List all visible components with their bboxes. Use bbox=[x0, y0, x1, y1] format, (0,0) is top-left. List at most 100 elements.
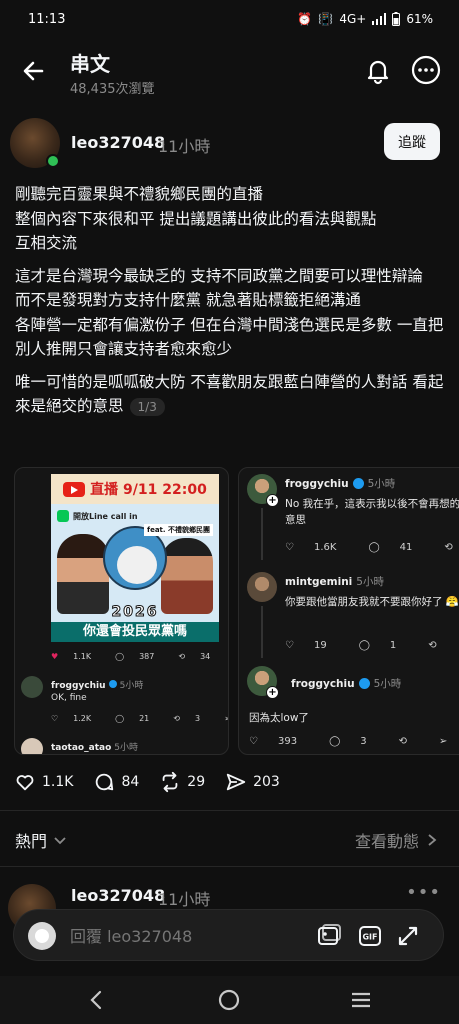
repost-icon bbox=[162, 771, 178, 793]
reply-time: 5小時 bbox=[367, 478, 396, 490]
heart-icon: ♡ bbox=[285, 640, 294, 651]
system-nav-bar bbox=[0, 976, 459, 1024]
reply-comment-count: 41 bbox=[399, 542, 413, 553]
reply-username: mintgemini bbox=[285, 575, 353, 588]
battery-level: 61% bbox=[406, 12, 433, 26]
carousel-image-2[interactable]: + froggychiu 5小時 No 我在乎，這表示我以後不會再想的意思 ♡ 1.… bbox=[238, 467, 459, 755]
carousel-image-1[interactable]: 直播 9/11 22:00 開放Line call in feat. 不禮貌鄉民… bbox=[14, 467, 229, 755]
sort-label: 熱門 bbox=[15, 832, 48, 851]
reply-author-name[interactable]: leo327048 bbox=[71, 886, 165, 905]
youtube-icon bbox=[63, 481, 86, 497]
heart-icon: ♡ bbox=[51, 714, 59, 723]
reply-avatar bbox=[247, 572, 277, 602]
reply-stats: ♡19 ◯1 ⟲ ➢1 bbox=[285, 640, 459, 651]
like-button[interactable]: 1.1K bbox=[14, 771, 73, 793]
page-title: 串文 bbox=[70, 52, 110, 76]
reply-composer: GIF bbox=[13, 909, 444, 961]
mini-next-username: taotao_atao bbox=[51, 743, 112, 753]
share-icon: ➢ bbox=[224, 714, 228, 723]
gif-icon[interactable]: GIF bbox=[356, 922, 384, 950]
comment-icon: ◯ bbox=[358, 640, 370, 651]
post-body: 剛聽完百靈果與不禮貌鄉民團的直播 整個內容下來很和平 提出議題講出彼此的看法與觀… bbox=[15, 182, 447, 427]
section-divider bbox=[0, 866, 459, 867]
view-count: 48,435次瀏覽 bbox=[70, 82, 155, 97]
expand-icon[interactable] bbox=[394, 922, 422, 950]
network-type: 4G+ bbox=[339, 12, 367, 26]
repost-icon: ⟲ bbox=[398, 736, 408, 747]
reply-repost: ⟲72 bbox=[444, 542, 459, 553]
image-carousel[interactable]: 直播 9/11 22:00 開放Line call in feat. 不禮貌鄉民… bbox=[0, 467, 459, 757]
more-dots-icon[interactable]: ••• bbox=[406, 882, 441, 903]
mini-comment-count: 387 bbox=[139, 652, 155, 661]
mascot-face bbox=[117, 546, 157, 584]
reply-user: mintgemini 5小時 bbox=[285, 574, 384, 589]
reply-text: No 我在乎，這表示我以後不會再想的意思 bbox=[285, 498, 459, 526]
follow-plus-icon: + bbox=[266, 686, 279, 699]
mini-reply-like-count: 1.2K bbox=[73, 714, 92, 723]
post-paragraph-last: 唯一可惜的是呱呱破大防 不喜歡朋友跟藍白陣營的人對話 看起來是絕交的意思 1/3 bbox=[15, 370, 447, 419]
nav-home-icon[interactable] bbox=[214, 986, 244, 1014]
reply-stats: ♡1.6K ◯41 ⟲72 ➢2 bbox=[285, 542, 459, 553]
reply-time: 5小時 bbox=[356, 576, 384, 588]
follow-button[interactable]: 追蹤 bbox=[384, 123, 440, 160]
repost-button[interactable]: 29 bbox=[159, 771, 205, 793]
poster-header: 直播 9/11 22:00 bbox=[51, 474, 219, 504]
poster-feat-text: feat. 不禮貌鄉民團 bbox=[144, 524, 213, 536]
post-header: leo327048 11小時 追蹤 bbox=[0, 116, 459, 172]
page-indicator: 1/3 bbox=[129, 398, 165, 416]
poster-line-row: 開放Line call in bbox=[57, 510, 138, 522]
mini-comment: ◯ 387 bbox=[115, 652, 166, 661]
mini-next-user: taotao_atao 5小時 bbox=[51, 740, 138, 753]
reply-username: froggychiu bbox=[285, 477, 349, 490]
post-paragraph: 剛聽完百靈果與不禮貌鄉民團的直播 整個內容下來很和平 提出議題講出彼此的看法與觀… bbox=[15, 185, 377, 252]
more-options-icon[interactable] bbox=[410, 54, 442, 86]
comment-icon: ◯ bbox=[115, 652, 125, 661]
reply-comment-count: 3 bbox=[360, 736, 367, 747]
alarm-icon: ⏰ bbox=[297, 12, 313, 26]
author-name[interactable]: leo327048 bbox=[71, 133, 165, 152]
poster-year: 2026 bbox=[111, 604, 159, 621]
reply-stats: ♡393 ◯3 ⟲ ➢5 bbox=[249, 736, 459, 747]
vibrate-icon: 📳 bbox=[318, 12, 334, 26]
nav-back-icon[interactable] bbox=[82, 986, 112, 1014]
comment-button[interactable]: 84 bbox=[93, 771, 139, 793]
reply-input[interactable] bbox=[70, 924, 270, 948]
mini-reply-avatar bbox=[21, 676, 43, 698]
host-figure-right bbox=[161, 538, 213, 614]
view-activity-link[interactable]: 查看動態 bbox=[355, 828, 437, 852]
gallery-icon[interactable] bbox=[315, 922, 343, 950]
mini-like: ♥ 1.1K bbox=[51, 652, 103, 661]
verified-badge-icon bbox=[358, 678, 370, 689]
mini-next-time: 5小時 bbox=[114, 743, 138, 753]
reply-like: ♡ 393 bbox=[249, 736, 313, 747]
share-icon bbox=[226, 773, 246, 791]
online-indicator bbox=[46, 154, 60, 168]
mini-post-stats: ♥1.1K ◯387 ⟲34 ➢253 bbox=[51, 652, 228, 661]
reply-like-count: 19 bbox=[313, 640, 327, 651]
reply-like: ♡ 19 bbox=[285, 640, 343, 651]
signal-icon bbox=[372, 13, 387, 25]
reply-repost: ⟲ bbox=[428, 640, 452, 651]
reply-post-time: 11小時 bbox=[158, 890, 211, 909]
back-arrow-icon[interactable] bbox=[18, 54, 52, 88]
like-count: 1.1K bbox=[42, 774, 74, 790]
reply-user: froggychiu 5小時 bbox=[291, 676, 401, 691]
follow-plus-icon: + bbox=[266, 494, 279, 507]
share-count: 203 bbox=[253, 774, 280, 790]
mini-reply-repost: ⟲ 3 bbox=[173, 714, 212, 723]
sort-dropdown[interactable]: 熱門 bbox=[15, 828, 67, 852]
share-button[interactable]: 203 bbox=[225, 771, 280, 793]
verified-badge-icon bbox=[352, 478, 364, 489]
clock: 11:13 bbox=[28, 11, 66, 27]
notification-bell-icon[interactable] bbox=[362, 54, 394, 86]
mini-reply-comment: ◯ 21 bbox=[115, 714, 161, 723]
heart-icon: ♡ bbox=[285, 542, 294, 553]
app-header: 串文 48,435次瀏覽 bbox=[0, 38, 459, 100]
heart-icon bbox=[16, 775, 34, 791]
reply-post: leo327048 11小時 ••• bbox=[0, 880, 459, 932]
poster-line-text: 開放Line call in bbox=[73, 511, 138, 521]
reply-text: 因為太low了 bbox=[249, 712, 309, 724]
livestream-poster: 直播 9/11 22:00 開放Line call in feat. 不禮貌鄉民… bbox=[51, 474, 219, 642]
mini-next-avatar bbox=[21, 738, 43, 754]
nav-recents-icon[interactable] bbox=[346, 986, 376, 1014]
